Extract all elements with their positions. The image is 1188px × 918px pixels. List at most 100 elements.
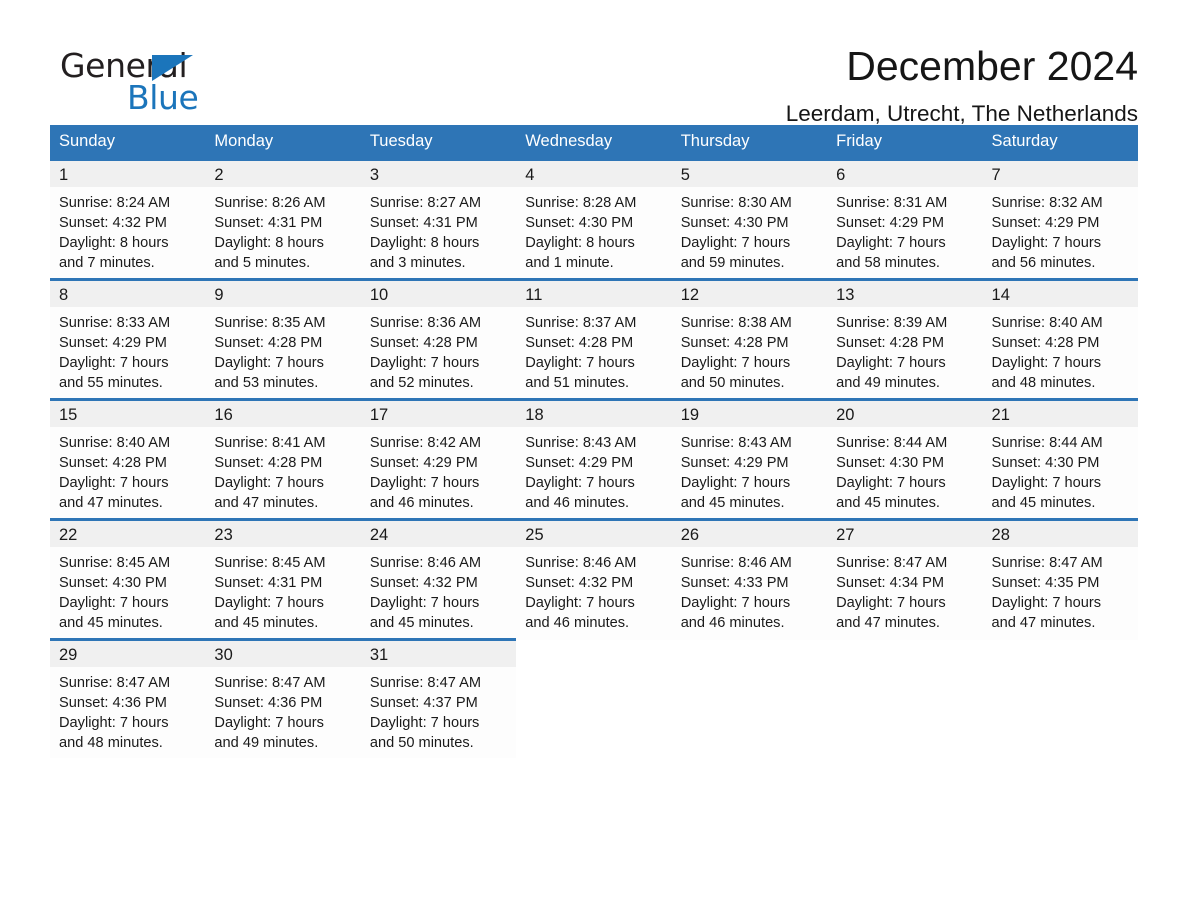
calendar-day-cell[interactable]: 10 Sunrise: 8:36 AM Sunset: 4:28 PM Dayligh… [360,278,517,400]
day-number-band: 19 [671,401,828,427]
day-number: 19 [680,406,700,424]
sunset-text: Sunset: 4:30 PM [991,455,1100,471]
calendar-day-cell[interactable]: 29 Sunrise: 8:47 AM Sunset: 4:36 PM Dayligh… [50,638,206,758]
calendar-day-cell[interactable]: 7 Sunrise: 8:32 AM Sunset: 4:29 PM Daylight… [982,158,1138,280]
calendar-day-cell[interactable]: 23 Sunrise: 8:45 AM Sunset: 4:31 PM Dayligh… [205,518,361,640]
weekday-header-monday: Monday [205,125,361,160]
day-number-band [672,641,827,667]
sunrise-text: Sunrise: 8:43 AM [525,435,637,451]
weekday-header-sunday: Sunday [50,125,206,160]
day-number-band: 6 [827,161,983,187]
sunrise-text: Sunrise: 8:31 AM [836,195,948,211]
sunset-text: Sunset: 4:28 PM [525,335,634,351]
calendar-day-cell[interactable]: 30 Sunrise: 8:47 AM Sunset: 4:36 PM Dayligh… [205,638,361,758]
day-number: 2 [214,166,224,184]
title-block: December 2024 Leerdam, Utrecht, The Neth… [240,44,1138,127]
calendar-day-cell[interactable]: 1 Sunrise: 8:24 AM Sunset: 4:32 PM Daylight… [50,158,206,280]
calendar-week-row: 8 Sunrise: 8:33 AM Sunset: 4:29 PM Daylight… [50,278,1138,400]
calendar-day-cell[interactable]: 19 Sunrise: 8:43 AM Sunset: 4:29 PM Dayligh… [671,398,828,520]
calendar-day-cell[interactable]: 28 Sunrise: 8:47 AM Sunset: 4:35 PM Dayligh… [982,518,1138,640]
calendar-day-cell[interactable]: 9 Sunrise: 8:35 AM Sunset: 4:28 PM Daylight… [205,278,361,400]
calendar-week-row: 15 Sunrise: 8:40 AM Sunset: 4:28 PM Dayligh… [50,398,1138,520]
sunrise-text: Sunrise: 8:42 AM [369,435,481,451]
calendar-day-cell[interactable]: 21 Sunrise: 8:44 AM Sunset: 4:30 PM Dayligh… [982,398,1138,520]
daylight-text: Daylight: 7 hours [59,355,169,371]
day-number-band: 8 [50,281,206,307]
sunset-text: Sunset: 4:28 PM [680,335,789,351]
weekday-header-tuesday: Tuesday [360,125,517,160]
day-number-band: 27 [827,521,983,547]
calendar-day-cell[interactable]: 12 Sunrise: 8:38 AM Sunset: 4:28 PM Dayligh… [671,278,828,400]
day-info: Sunrise: 8:47 AM Sunset: 4:36 PM Daylight:… [50,667,205,753]
day-number-band: 16 [205,401,361,427]
calendar-day-cell[interactable]: 6 Sunrise: 8:31 AM Sunset: 4:29 PM Daylight… [827,158,983,280]
calendar-day-cell[interactable]: 5 Sunrise: 8:30 AM Sunset: 4:30 PM Daylight… [671,158,828,280]
calendar-day-cell[interactable]: 16 Sunrise: 8:41 AM Sunset: 4:28 PM Dayligh… [205,398,361,520]
calendar-day-cell[interactable]: 25 Sunrise: 8:46 AM Sunset: 4:32 PM Dayligh… [516,518,672,640]
sunrise-text: Sunrise: 8:44 AM [836,435,948,451]
calendar-day-cell[interactable]: 22 Sunrise: 8:45 AM Sunset: 4:30 PM Dayligh… [50,518,206,640]
day-number: 9 [214,286,224,304]
sunset-text: Sunset: 4:35 PM [991,575,1100,591]
calendar-day-cell[interactable]: 26 Sunrise: 8:46 AM Sunset: 4:33 PM Dayligh… [671,518,828,640]
day-info: Sunrise: 8:36 AM Sunset: 4:28 PM Daylight:… [361,307,516,393]
day-info: Sunrise: 8:35 AM Sunset: 4:28 PM Daylight:… [205,307,360,393]
calendar-day-cell[interactable]: 24 Sunrise: 8:46 AM Sunset: 4:32 PM Dayligh… [360,518,517,640]
day-number: 5 [680,166,690,184]
calendar-day-cell[interactable]: 17 Sunrise: 8:42 AM Sunset: 4:29 PM Dayligh… [360,398,517,520]
daylight-text-cont: and 56 minutes. [991,255,1096,271]
calendar-day-cell[interactable]: 20 Sunrise: 8:44 AM Sunset: 4:30 PM Dayligh… [827,398,983,520]
daylight-text: Daylight: 7 hours [836,355,946,371]
calendar-day-cell[interactable]: 27 Sunrise: 8:47 AM Sunset: 4:34 PM Dayligh… [827,518,983,640]
calendar-day-cell[interactable]: 13 Sunrise: 8:39 AM Sunset: 4:28 PM Dayligh… [827,278,983,400]
sunrise-text: Sunrise: 8:32 AM [991,195,1103,211]
daylight-text-cont: and 55 minutes. [59,375,163,391]
daylight-text-cont: and 3 minutes. [369,255,466,271]
daylight-text: Daylight: 7 hours [680,475,791,491]
sunrise-sunset-calendar-table: Sunday Monday Tuesday Wednesday Thursday… [50,125,1138,758]
calendar-day-cell[interactable]: 18 Sunrise: 8:43 AM Sunset: 4:29 PM Dayligh… [516,398,672,520]
logo-text-blue: Blue [127,78,199,117]
daylight-text-cont: and 50 minutes. [369,735,474,751]
calendar-day-cell[interactable]: 31 Sunrise: 8:47 AM Sunset: 4:37 PM Dayligh… [360,638,517,758]
calendar-day-cell[interactable]: 3 Sunrise: 8:27 AM Sunset: 4:31 PM Daylight… [360,158,517,280]
daylight-text: Daylight: 7 hours [369,355,480,371]
day-info: Sunrise: 8:47 AM Sunset: 4:36 PM Daylight:… [205,667,360,753]
sunrise-text: Sunrise: 8:36 AM [369,315,481,331]
sunrise-text: Sunrise: 8:27 AM [369,195,481,211]
daylight-text: Daylight: 7 hours [836,235,946,251]
day-number: 25 [525,526,544,544]
day-info: Sunrise: 8:40 AM Sunset: 4:28 PM Daylight:… [983,307,1138,393]
calendar-page: General Blue December 2024 Leerdam, Utre… [0,0,1188,918]
day-info: Sunrise: 8:46 AM Sunset: 4:32 PM Daylight:… [516,547,671,633]
sunset-text: Sunset: 4:30 PM [836,455,945,471]
day-number-band: 3 [360,161,517,187]
sunset-text: Sunset: 4:36 PM [59,695,167,711]
daylight-text: Daylight: 7 hours [59,475,169,491]
daylight-text: Daylight: 8 hours [525,235,635,251]
sunrise-text: Sunrise: 8:45 AM [214,555,326,571]
day-info: Sunrise: 8:30 AM Sunset: 4:30 PM Daylight:… [672,187,827,273]
day-number-band: 20 [827,401,983,427]
day-number-band: 9 [205,281,361,307]
day-info: Sunrise: 8:26 AM Sunset: 4:31 PM Daylight:… [205,187,360,273]
calendar-day-cell[interactable]: 11 Sunrise: 8:37 AM Sunset: 4:28 PM Dayligh… [516,278,672,400]
daylight-text-cont: and 45 minutes. [59,615,163,631]
daylight-text: Daylight: 7 hours [525,355,635,371]
general-blue-logo[interactable]: General Blue [50,44,240,117]
day-number: 28 [991,526,1010,544]
calendar-day-cell[interactable]: 4 Sunrise: 8:28 AM Sunset: 4:30 PM Daylight… [516,158,672,280]
daylight-text-cont: and 47 minutes. [214,495,319,511]
calendar-day-cell[interactable]: 14 Sunrise: 8:40 AM Sunset: 4:28 PM Dayligh… [982,278,1138,400]
sunrise-text: Sunrise: 8:46 AM [525,555,637,571]
calendar-day-cell[interactable]: 15 Sunrise: 8:40 AM Sunset: 4:28 PM Dayligh… [50,398,206,520]
day-number: 8 [59,286,69,304]
daylight-text-cont: and 46 minutes. [369,495,474,511]
calendar-day-cell[interactable]: 8 Sunrise: 8:33 AM Sunset: 4:29 PM Daylight… [50,278,206,400]
sunrise-text: Sunrise: 8:43 AM [680,435,792,451]
sunrise-text: Sunrise: 8:45 AM [59,555,171,571]
calendar-day-cell[interactable]: 2 Sunrise: 8:26 AM Sunset: 4:31 PM Daylight… [205,158,361,280]
calendar-week-row: 22 Sunrise: 8:45 AM Sunset: 4:30 PM Dayligh… [50,518,1138,640]
day-number-band: 13 [827,281,983,307]
page-header: General Blue December 2024 Leerdam, Utre… [50,0,1138,127]
